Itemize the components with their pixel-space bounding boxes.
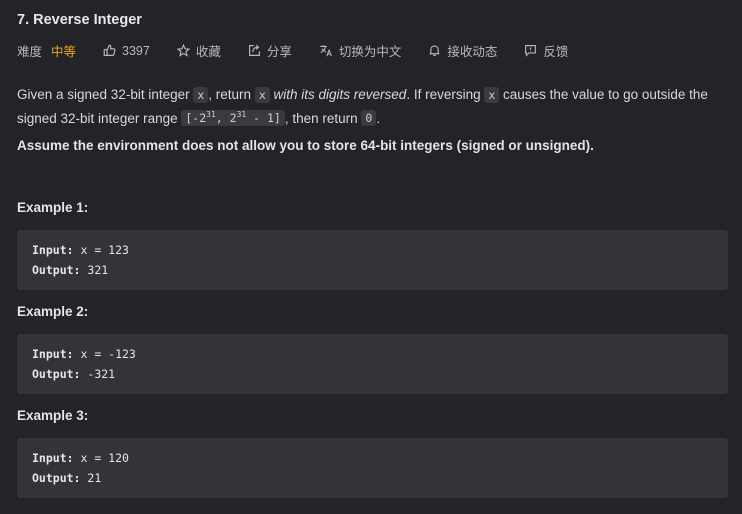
feedback-label: 反馈 (543, 45, 569, 59)
range-part: - 1] (246, 111, 281, 126)
switch-language-label: 切换为中文 (338, 45, 402, 59)
example-heading: Example 1: (17, 200, 89, 215)
example-code-block: Input: x = 123 Output: 321 (17, 230, 728, 290)
statement-text: . If reversing (406, 87, 485, 102)
translate-icon (320, 45, 332, 57)
inline-code: 0 (361, 110, 377, 127)
example-input-line: Input: x = -123 (32, 347, 136, 361)
example-output-line: Output: 21 (32, 471, 101, 485)
collect-label: 收藏 (195, 45, 221, 59)
range-code: [-231, 231 - 1] (181, 110, 285, 127)
output-label: Output: (32, 263, 81, 277)
range-exponent: 31 (206, 110, 216, 120)
collect-button[interactable]: 收藏 (176, 41, 221, 60)
output-label: Output: (32, 471, 81, 485)
problem-title: 7. Reverse Integer (17, 12, 142, 28)
like-count: 3397 (122, 43, 150, 58)
share-icon (248, 44, 260, 56)
thumbs-up-icon (103, 44, 116, 56)
statement-text: , return (208, 87, 255, 102)
feedback-button[interactable]: 反馈 (524, 41, 568, 60)
output-label: Output: (32, 367, 81, 381)
bell-icon (430, 45, 440, 56)
switch-language-button[interactable]: 切换为中文 (319, 41, 402, 60)
statement-text: Given a signed 32-bit integer (17, 87, 194, 102)
example-output-line: Output: -321 (32, 367, 115, 381)
output-value: 321 (80, 263, 109, 277)
input-label: Input: (32, 451, 74, 465)
difficulty-label: 难度 (17, 45, 43, 59)
input-label: Input: (32, 347, 74, 361)
output-value: -321 (80, 367, 116, 381)
input-label: Input: (32, 243, 74, 257)
example-heading: Example 3: (17, 408, 89, 423)
inline-code: x (193, 87, 209, 103)
example-code-block: Input: x = -123 Output: -321 (17, 334, 728, 394)
example-input-line: Input: x = 123 (32, 243, 129, 257)
notify-label: 接收动态 (447, 45, 498, 59)
share-button[interactable]: 分享 (248, 41, 292, 60)
range-part: [-2 (185, 111, 207, 126)
problem-meta-bar: 难度 中等 3397 收藏 分享 切换为中文 接收动态 反馈 (17, 41, 595, 60)
inline-code: x (484, 87, 500, 103)
statement-text: . (376, 110, 381, 126)
example-input-line: Input: x = 120 (32, 451, 129, 465)
inline-code: x (254, 87, 270, 103)
range-part: , 2 (215, 111, 237, 126)
range-exponent: 31 (236, 110, 247, 120)
difficulty-badge: 中等 (51, 45, 77, 59)
example-output-line: Output: 321 (32, 263, 108, 277)
input-value: x = 123 (73, 243, 129, 257)
problem-statement: Given a signed 32-bit integer x, return … (17, 85, 729, 129)
notify-button[interactable]: 接收动态 (428, 41, 497, 60)
feedback-icon (525, 45, 537, 57)
example-code-block: Input: x = 120 Output: 21 (17, 438, 728, 498)
input-value: x = -123 (73, 347, 136, 361)
statement-emphasis: with its digits reversed (269, 87, 407, 102)
output-value: 21 (80, 471, 102, 485)
like-button[interactable]: 3397 (103, 44, 150, 58)
star-icon (176, 44, 190, 57)
input-value: x = 120 (73, 451, 129, 465)
constraint-note: Assume the environment does not allow yo… (17, 138, 594, 153)
share-label: 分享 (266, 45, 292, 59)
statement-text: , then return (284, 110, 362, 126)
example-heading: Example 2: (17, 304, 89, 319)
